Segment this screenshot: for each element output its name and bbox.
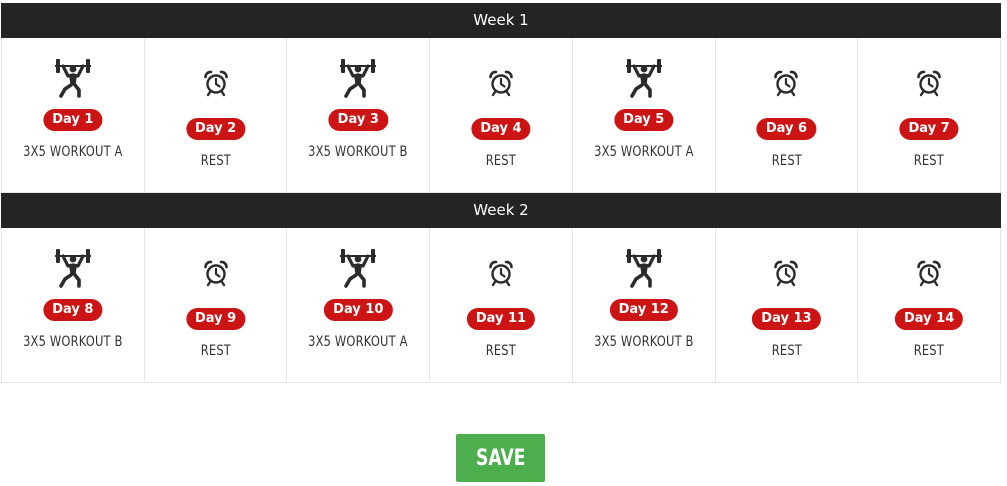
alarm-clock-icon <box>915 69 943 97</box>
day-badge: Day 2 <box>185 118 246 140</box>
day-plan: 3X5 WORKOUT B <box>593 334 694 350</box>
weightlifter-icon <box>624 248 664 288</box>
day-cell-4[interactable]: Day 4 REST <box>430 38 573 193</box>
day-cell-12[interactable]: Day 12 3X5 WORKOUT B <box>572 228 716 383</box>
day-cell-11[interactable]: Day 11 REST <box>430 228 573 383</box>
alarm-clock-icon <box>202 69 230 97</box>
day-cell-2[interactable]: Day 2 REST <box>144 38 288 193</box>
day-plan: REST <box>771 343 802 359</box>
day-badge: Day 1 <box>43 109 103 131</box>
week-2-header: Week 2 <box>1 193 1001 228</box>
day-plan: REST <box>771 153 802 169</box>
weightlifter-icon <box>53 58 93 98</box>
alarm-clock-icon <box>772 259 800 287</box>
day-badge: Day 7 <box>899 118 959 140</box>
day-plan: 3X5 WORKOUT A <box>593 144 694 160</box>
day-badge: Day 6 <box>756 118 817 140</box>
day-cell-14[interactable]: Day 14 REST <box>858 228 1001 383</box>
day-plan: REST <box>200 153 231 169</box>
day-cell-7[interactable]: Day 7 REST <box>858 38 1001 193</box>
weightlifter-icon <box>338 248 378 288</box>
day-badge: Day 8 <box>43 299 103 321</box>
weightlifter-icon <box>338 58 378 98</box>
day-badge: Day 10 <box>324 299 393 321</box>
day-badge: Day 13 <box>752 308 821 330</box>
day-plan: 3X5 WORKOUT B <box>308 144 409 160</box>
day-plan: REST <box>485 343 517 359</box>
day-plan: REST <box>200 343 231 359</box>
alarm-clock-icon <box>487 69 515 97</box>
week-1-header: Week 1 <box>1 3 1001 38</box>
day-badge: Day 4 <box>471 118 531 140</box>
alarm-clock-icon <box>487 259 515 287</box>
day-plan: REST <box>914 343 945 359</box>
day-badge: Day 5 <box>614 109 674 131</box>
day-cell-1[interactable]: Day 1 3X5 WORKOUT A <box>2 38 145 193</box>
day-plan: REST <box>485 153 517 169</box>
save-button-label: SAVE <box>475 445 526 471</box>
weightlifter-icon <box>624 58 664 98</box>
day-cell-3[interactable]: Day 3 3X5 WORKOUT B <box>287 38 431 193</box>
day-cell-9[interactable]: Day 9 REST <box>144 228 288 383</box>
day-cell-6[interactable]: Day 6 REST <box>715 38 859 193</box>
save-button[interactable]: SAVE <box>456 434 545 482</box>
day-plan: 3X5 WORKOUT A <box>23 144 123 160</box>
day-badge: Day 9 <box>185 308 246 330</box>
day-plan: REST <box>914 153 945 169</box>
day-cell-5[interactable]: Day 5 3X5 WORKOUT A <box>572 38 716 193</box>
alarm-clock-icon <box>915 259 943 287</box>
week-1-days: Day 1 3X5 WORKOUT A Day 2 REST Day 3 3X5… <box>1 38 1001 193</box>
alarm-clock-icon <box>772 69 800 97</box>
week-2-days: Day 8 3X5 WORKOUT B Day 9 REST Day 10 3X… <box>1 228 1001 383</box>
day-badge: Day 12 <box>609 299 678 321</box>
day-plan: 3X5 WORKOUT A <box>308 334 409 350</box>
day-cell-13[interactable]: Day 13 REST <box>715 228 859 383</box>
day-badge: Day 3 <box>328 109 388 131</box>
day-cell-10[interactable]: Day 10 3X5 WORKOUT A <box>287 228 431 383</box>
weightlifter-icon <box>53 248 93 288</box>
alarm-clock-icon <box>202 259 230 287</box>
day-badge: Day 14 <box>894 308 964 330</box>
workout-schedule: Week 1 Day 1 3X5 WORKOUT A Day 2 REST Da… <box>1 3 1001 383</box>
day-badge: Day 11 <box>466 308 536 330</box>
day-cell-8[interactable]: Day 8 3X5 WORKOUT B <box>2 228 145 383</box>
day-plan: 3X5 WORKOUT B <box>23 334 123 350</box>
